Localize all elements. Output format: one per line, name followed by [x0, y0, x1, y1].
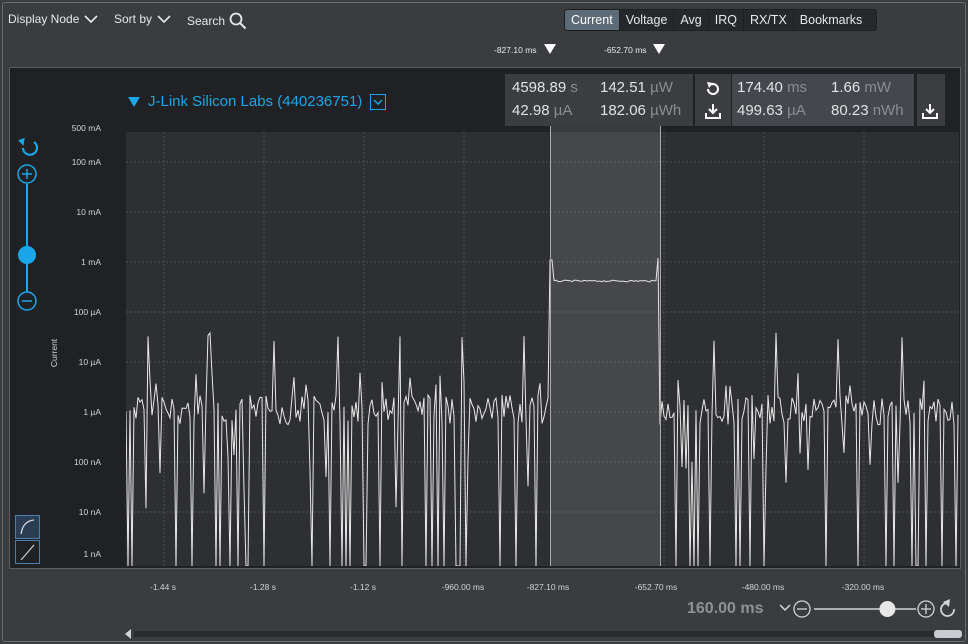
tab-voltage[interactable]: Voltage: [620, 10, 675, 30]
smooth-line-button[interactable]: [15, 515, 40, 539]
download-stats-icon[interactable]: [705, 103, 721, 119]
tab-irq[interactable]: IRQ: [709, 10, 744, 30]
tab-current[interactable]: Current: [565, 10, 620, 30]
search-icon: [229, 12, 247, 30]
device-dropdown-icon[interactable]: [370, 93, 387, 110]
y-tick-label: 10 mA: [76, 207, 101, 217]
time-zoom-knob[interactable]: [879, 601, 896, 617]
x-tick-label: -960.00 ms: [441, 582, 485, 592]
display-node-label: Display Node: [8, 12, 80, 26]
plot-area[interactable]: [126, 132, 959, 566]
trace-style-buttons: [15, 515, 40, 564]
current-trace-chart: [126, 132, 959, 566]
device-header[interactable]: J-Link Silicon Labs (440236751): [128, 93, 387, 110]
left-cursor-label: -827.10 ms: [494, 45, 537, 55]
tab-bookmarks[interactable]: Bookmarks: [794, 10, 877, 30]
x-tick-label: -1.44 s: [150, 582, 176, 592]
device-name: J-Link Silicon Labs (440236751): [148, 93, 363, 110]
y-zoom-control: [14, 135, 44, 315]
y-tick-label: 1 µA: [83, 407, 101, 417]
y-zoom-slider[interactable]: [14, 135, 44, 315]
sort-by-dropdown[interactable]: Sort by: [114, 12, 172, 26]
y-tick-label: 100 µA: [73, 307, 101, 317]
horizontal-scrollbar[interactable]: [120, 627, 965, 641]
stats-panel: 4598.89 s 142.51 µW 42.98 µA 182.06 µWh …: [505, 74, 945, 126]
x-tick-label: -1.28 s: [250, 582, 276, 592]
y-tick-label: 1 nA: [83, 549, 102, 559]
stat-sel-energy: 80.23 nWh: [831, 102, 904, 119]
y-tick-label: 1 mA: [81, 257, 101, 267]
x-tick-label: -652.70 ms: [634, 582, 678, 592]
right-cursor-handle[interactable]: [653, 44, 665, 54]
stat-sel-duration: 174.40 ms: [737, 79, 808, 96]
stat-energy: 182.06 µWh: [600, 102, 682, 119]
stat-sel-power: 1.66 mW: [831, 79, 892, 96]
stat-power: 142.51 µW: [600, 79, 673, 96]
zoom-dropdown-icon[interactable]: [779, 604, 791, 612]
scroll-left-icon[interactable]: [125, 629, 131, 639]
chevron-down-icon: [157, 15, 171, 24]
toolbar: Display Node Sort by Search Current Volt…: [0, 0, 968, 40]
time-zoom-controls: [779, 599, 955, 618]
collapse-triangle-icon: [128, 96, 140, 107]
y-tick-label: 100 mA: [71, 157, 101, 167]
x-tick-label: -1.12 s: [350, 582, 376, 592]
x-tick-label: -827.10 ms: [526, 582, 570, 592]
left-cursor-handle[interactable]: [544, 44, 556, 54]
selection-region[interactable]: [550, 75, 661, 566]
display-node-dropdown[interactable]: Display Node: [8, 12, 99, 26]
y-tick-label: 100 nA: [74, 457, 101, 467]
stat-sel-current: 499.63 µA: [737, 102, 806, 119]
x-tick-label: -480.00 ms: [741, 582, 785, 592]
tab-rx-tx[interactable]: RX/TX: [744, 10, 794, 30]
y-tick-label: 500 mA: [71, 123, 101, 133]
tab-avg[interactable]: Avg: [674, 10, 709, 30]
view-tabs: Current Voltage Avg IRQ RX/TX Bookmarks: [564, 9, 878, 31]
time-zoom-value: 160.00 ms: [687, 600, 764, 617]
sort-by-label: Sort by: [114, 12, 153, 26]
download-selection-icon[interactable]: [922, 103, 938, 119]
y-tick-label: 10 nA: [78, 507, 101, 517]
search-label: Search: [187, 14, 226, 28]
search-button[interactable]: Search: [187, 12, 247, 30]
right-cursor-label: -652.70 ms: [604, 45, 647, 55]
scroll-thumb[interactable]: [934, 630, 962, 638]
x-tick-label: -320.00 ms: [841, 582, 885, 592]
reset-stats-icon[interactable]: [704, 80, 722, 98]
y-tick-label: 10 µA: [78, 357, 101, 367]
chevron-down-icon: [84, 15, 98, 24]
stat-time: 4598.89 s: [512, 79, 578, 96]
stat-current: 42.98 µA: [512, 102, 573, 119]
